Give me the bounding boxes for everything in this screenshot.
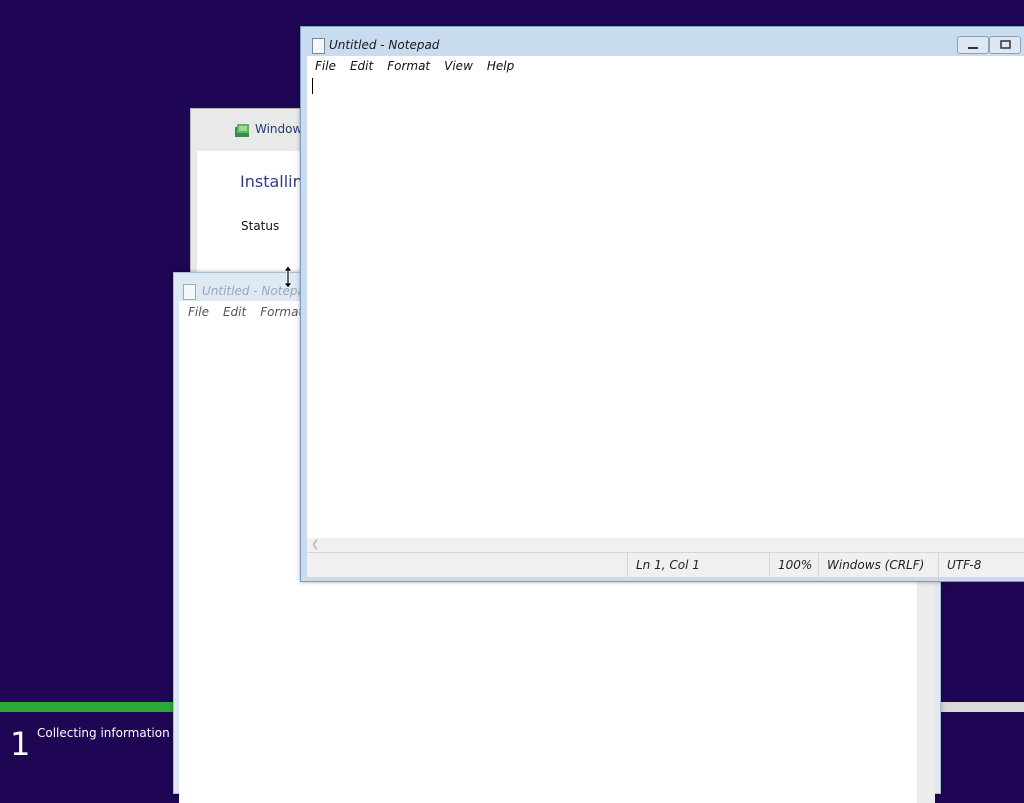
maximize-button[interactable] (989, 36, 1021, 54)
minimize-button[interactable] (957, 36, 989, 54)
menu-edit[interactable]: Edit (350, 59, 373, 73)
status-zoom: 100% (769, 553, 818, 577)
resize-cursor-icon (283, 266, 293, 288)
menu-format[interactable]: Format (260, 305, 303, 319)
minimize-icon (968, 47, 978, 49)
menu-help[interactable]: Help (487, 59, 514, 73)
text-editor-area[interactable] (307, 76, 1024, 538)
setup-step-label: Collecting information (37, 726, 170, 740)
menu-file[interactable]: File (315, 59, 336, 73)
notepad-icon (183, 284, 196, 300)
notepad-icon (312, 38, 325, 54)
window-title: Untitled - Notepad (329, 38, 440, 52)
setup-icon (235, 124, 249, 137)
setup-status-label: Status (241, 219, 280, 233)
status-cursor-position: Ln 1, Col 1 (627, 553, 766, 577)
notepad-window-active[interactable]: Untitled - Notepad File Edit Format View Hel… (300, 26, 1024, 582)
menu-edit[interactable]: Edit (223, 305, 246, 319)
status-line-ending: Windows (CRLF) (818, 553, 937, 577)
menu-view[interactable]: View (444, 59, 473, 73)
menu-bar: File Edit Format View Help (307, 56, 1024, 76)
horizontal-scrollbar[interactable]: ❮ (307, 538, 1024, 552)
menu-file[interactable]: File (188, 305, 209, 319)
status-bar: Ln 1, Col 1 100% Windows (CRLF) UTF-8 (307, 552, 1024, 577)
menu-format[interactable]: Format (387, 59, 430, 73)
scroll-left-arrow-icon[interactable]: ❮ (311, 538, 319, 552)
text-caret (312, 78, 313, 94)
setup-step-number: 1 (10, 725, 31, 763)
status-encoding: UTF-8 (938, 553, 1024, 577)
maximize-icon (1000, 40, 1011, 49)
setup-progress-fill (0, 702, 175, 712)
window-title: Untitled - Notepad (202, 284, 313, 298)
